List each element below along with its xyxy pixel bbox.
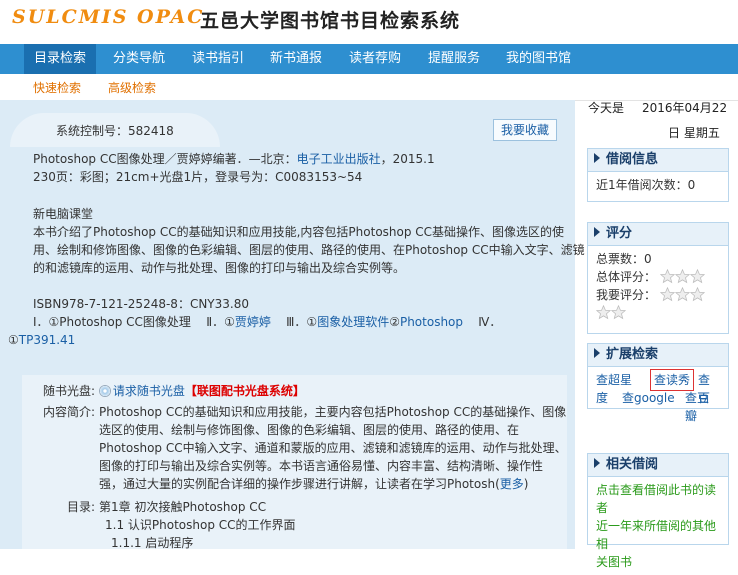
toc-line-3: 1.1.1 启动程序: [111, 536, 194, 550]
opac-logo: SULCMIS OPAC: [12, 6, 205, 28]
cd-system-link[interactable]: 【联图配书光盘系统】: [185, 384, 305, 398]
quick-search-link[interactable]: 快速检索: [33, 79, 81, 96]
triangle-icon: [594, 153, 600, 163]
borrow-info-box: 借阅信息 近1年借阅次数：0: [587, 148, 729, 202]
search-google-link[interactable]: 查google: [622, 389, 675, 407]
header: SULCMIS OPAC 五邑大学图书馆书目检索系统: [0, 0, 738, 44]
toc-line-1: 第1章 初次接触Photoshop CC: [99, 500, 267, 514]
total-votes: 总票数：0: [596, 252, 652, 266]
related-line-3[interactable]: 关图书: [596, 553, 720, 571]
subject-headings: Ⅰ．①Photoshop CC图像处理 Ⅱ．①贾婷婷 Ⅲ．①图象处理软件②Pho…: [33, 315, 502, 329]
classification-line: ①TP391.41: [8, 333, 76, 347]
advanced-search-link[interactable]: 高级检索: [108, 79, 156, 96]
tab-recommend[interactable]: 读者荐购: [349, 44, 401, 74]
summary-line-3: 的和滤镜库的运用、动作与批处理、图像的打印与输出及综合实例等。: [33, 261, 406, 275]
star-icon[interactable]: [596, 305, 611, 320]
triangle-icon: [594, 458, 600, 468]
request-cd-link[interactable]: 请求随书光盘: [113, 384, 185, 398]
sub-nav: 快速检索 高级检索: [0, 74, 738, 101]
triangle-icon: [594, 348, 600, 358]
star-icon[interactable]: [611, 305, 626, 320]
tab-classification[interactable]: 分类导航: [113, 44, 165, 74]
star-icon: [659, 269, 675, 284]
series-title: 新电脑课堂: [33, 207, 94, 221]
subject-link-1[interactable]: 图象处理软件: [317, 315, 389, 329]
date-value: 2016年04月22: [642, 101, 728, 115]
borrow-info-title: 借阅信息: [606, 152, 659, 167]
rating-box: 评分 总票数：0 总体评分： 我要评分：: [587, 222, 729, 334]
summary-line-2: 用、绘制和修饰图像、图像的色彩编辑、图层的使用、路径的使用、在Photoshop…: [33, 243, 585, 257]
intro-line-4: 图像的打印与输出及综合实例等。本书语言通俗易懂、内容丰富、结构清晰、操作性: [99, 459, 544, 473]
intro-line-5: 强，通过大量的实例配合详细的操作步骤进行讲解，让读者在学习Photosh(更多): [99, 477, 529, 491]
star-icon[interactable]: [674, 287, 690, 302]
tab-my-library[interactable]: 我的图书馆: [506, 44, 571, 74]
search-douban-link[interactable]: 查豆瓣: [685, 389, 720, 425]
extended-search-box: 扩展检索 查超星 查读秀 查百 度 查google 查豆瓣: [587, 343, 729, 423]
subject-link-2[interactable]: Photoshop: [400, 315, 463, 329]
site-title: 五邑大学图书馆书目检索系统: [200, 10, 461, 32]
intro-line-2: 选区的使用、绘制与修饰图像、图像的色彩编辑、图层的使用、路径的使用、在: [99, 423, 520, 437]
main-nav: 目录检索 分类导航 读书指引 新书通报 读者荐购 提醒服务 我的图书馆: [0, 44, 738, 74]
isbn-price: ISBN978-7-121-25248-8：CNY33.80: [33, 297, 249, 311]
triangle-icon: [594, 227, 600, 237]
weekday: 日 星期五: [668, 126, 720, 140]
intro-line-3: Photoshop CC中输入文字、通道和蒙版的应用、滤镜和滤镜库的运用、动作与…: [99, 441, 567, 455]
tab-catalog-search[interactable]: 目录检索: [24, 44, 96, 74]
toc-line-2: 1.1 认识Photoshop CC的工作界面: [105, 518, 296, 532]
date-label: 今天是: [588, 101, 625, 115]
author-link[interactable]: 贾婷婷: [235, 315, 271, 329]
publisher-link[interactable]: 电子工业出版社: [297, 152, 381, 166]
related-line-1[interactable]: 点击查看借阅此书的读者: [596, 481, 720, 517]
cd-icon: [98, 385, 111, 397]
search-duxiu-link[interactable]: 查读秀: [650, 369, 695, 391]
cd-row: 随书光盘: 请求随书光盘【联图配书光盘系统】: [43, 384, 305, 398]
tab-new-books[interactable]: 新书通报: [270, 44, 322, 74]
overall-rating: 总体评分：: [596, 268, 720, 286]
system-control-number: 系统控制号：582418: [56, 124, 174, 138]
summary-line-1: 本书介绍了Photoshop CC的基础知识和应用技能,内容包括Photosho…: [33, 225, 565, 239]
star-icon: [674, 269, 690, 284]
classification-link[interactable]: TP391.41: [19, 333, 76, 347]
search-baidu-link-2[interactable]: 度: [596, 389, 608, 407]
star-icon[interactable]: [689, 287, 705, 302]
extended-search-title: 扩展检索: [606, 347, 659, 362]
tab-reminder[interactable]: 提醒服务: [428, 44, 480, 74]
rating-title: 评分: [606, 226, 633, 241]
related-line-2[interactable]: 近一年来所借阅的其他相: [596, 517, 720, 553]
title-line: Photoshop CC图像处理／贾婷婷编著．—北京：电子工业出版社，2015.…: [33, 152, 435, 166]
search-chaoxing-link[interactable]: 查超星: [596, 371, 632, 389]
related-borrow-box: 相关借阅 点击查看借阅此书的读者 近一年来所借阅的其他相 关图书: [587, 453, 729, 569]
my-rating: 我要评分：: [596, 286, 720, 304]
intro-label: 内容简介:: [43, 405, 96, 419]
tab-reading-guide[interactable]: 读书指引: [192, 44, 244, 74]
borrow-count: 近1年借阅次数：0: [596, 178, 696, 192]
related-borrow-title: 相关借阅: [606, 457, 659, 472]
more-link[interactable]: 更多: [500, 477, 524, 491]
toc-label: 目录:: [67, 500, 96, 514]
add-favorite-button[interactable]: 我要收藏: [493, 119, 557, 141]
physical-description: 230页：彩图；21cm+光盘1片，登录号为：C0083153~54: [33, 170, 363, 184]
star-icon[interactable]: [659, 287, 675, 302]
star-icon: [689, 269, 705, 284]
intro-line-1: Photoshop CC的基础知识和应用技能，主要内容包括Photoshop C…: [99, 405, 567, 419]
